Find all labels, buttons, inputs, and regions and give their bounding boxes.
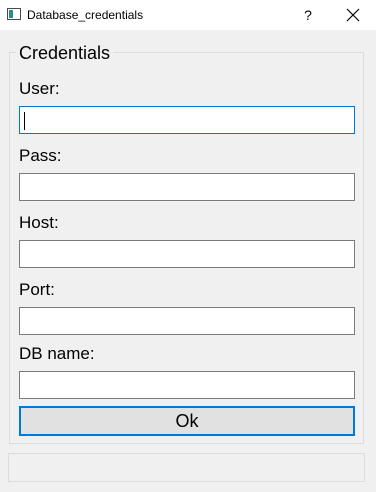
- title-bar[interactable]: Database_credentials ?: [0, 0, 376, 30]
- pass-input[interactable]: [19, 173, 355, 201]
- close-icon: [346, 8, 360, 22]
- text-caret: [24, 112, 25, 130]
- close-button[interactable]: [331, 0, 375, 30]
- db-name-label: DB name:: [19, 344, 95, 363]
- user-label: User:: [19, 79, 60, 98]
- port-input[interactable]: [19, 307, 355, 335]
- status-bar: [8, 453, 365, 482]
- db-name-input[interactable]: [19, 371, 355, 399]
- groupbox-title: Credentials: [16, 42, 114, 64]
- pass-label: Pass:: [19, 146, 62, 165]
- port-label: Port:: [19, 280, 55, 299]
- user-input[interactable]: [19, 106, 355, 134]
- host-label: Host:: [19, 213, 59, 232]
- host-input[interactable]: [19, 240, 355, 268]
- ok-button[interactable]: Ok: [19, 406, 355, 436]
- help-button[interactable]: ?: [294, 0, 322, 30]
- window-title: Database_credentials: [27, 8, 144, 22]
- app-icon: [7, 8, 21, 20]
